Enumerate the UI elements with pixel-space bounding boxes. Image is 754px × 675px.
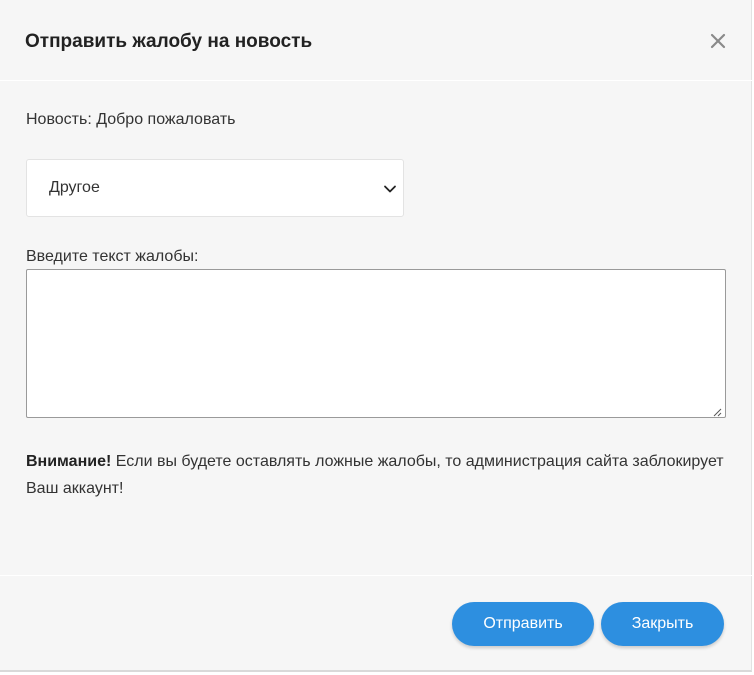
warning-message: Внимание! Если вы будете оставлять ложны… <box>26 448 726 502</box>
complaint-type-select[interactable]: Другое <box>26 159 404 217</box>
resize-grip-icon[interactable] <box>712 404 722 417</box>
complaint-type-value: Другое <box>49 179 100 196</box>
dialog-footer: Отправить Закрыть <box>0 577 752 672</box>
news-title-line: Новость: Добро пожаловать <box>26 111 236 128</box>
close-icon[interactable] <box>707 30 729 52</box>
complaint-text-input[interactable] <box>26 269 726 418</box>
close-button[interactable]: Закрыть <box>601 602 724 646</box>
complaint-text-label: Введите текст жалобы: <box>26 248 199 265</box>
chevron-down-icon <box>383 182 397 196</box>
dialog-header: Отправить жалобу на новость <box>0 0 752 81</box>
dialog-title: Отправить жалобу на новость <box>25 31 313 52</box>
warning-label: Внимание! <box>26 453 112 470</box>
dialog-body: Новость: Добро пожаловать Другое Введите… <box>0 82 752 576</box>
send-button[interactable]: Отправить <box>452 602 594 646</box>
complaint-dialog: Отправить жалобу на новость Новость: Доб… <box>0 0 752 672</box>
warning-text: Если вы будете оставлять ложные жалобы, … <box>26 453 724 497</box>
